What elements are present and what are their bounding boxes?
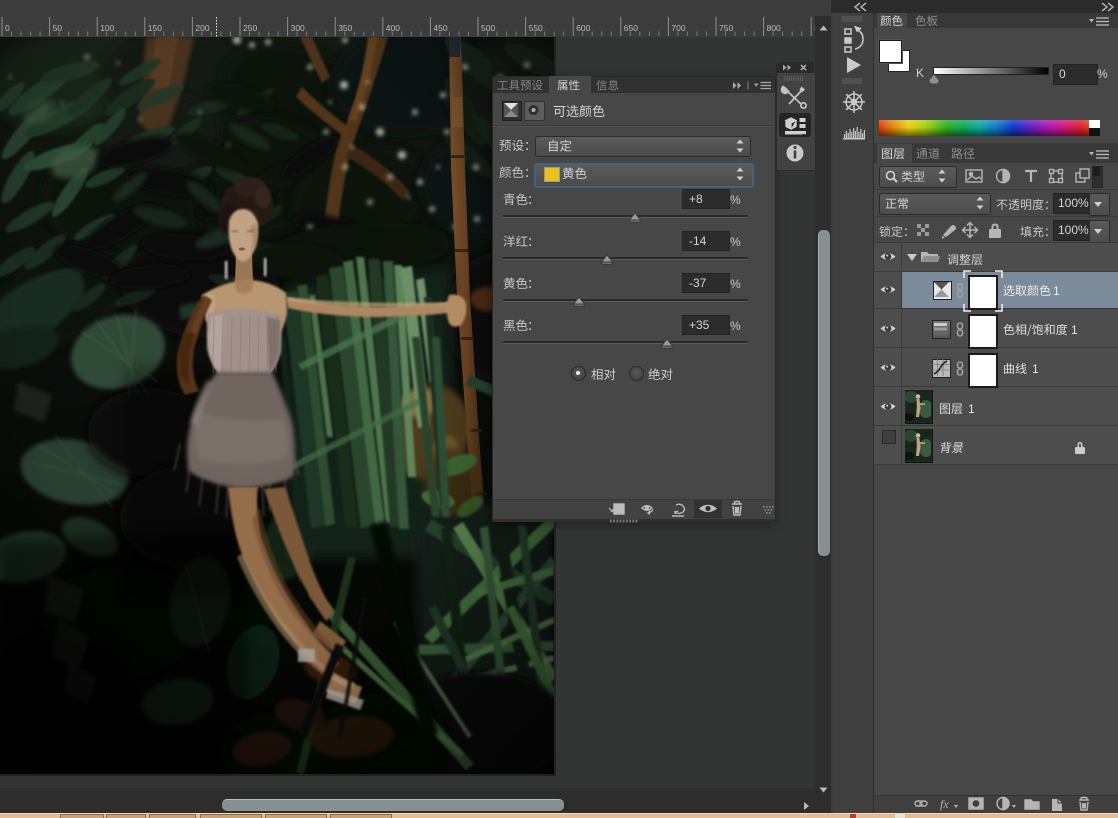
svg-text:600: 600: [576, 23, 590, 33]
svg-text:50: 50: [53, 23, 63, 33]
svg-text:0: 0: [5, 23, 10, 33]
svg-text:650: 650: [624, 23, 638, 33]
svg-text:100: 100: [100, 23, 114, 33]
svg-text:250: 250: [243, 23, 257, 33]
svg-text:550: 550: [529, 23, 543, 33]
svg-text:800: 800: [767, 23, 781, 33]
svg-text:fx: fx: [940, 797, 949, 811]
svg-text:300: 300: [291, 23, 305, 33]
svg-text:500: 500: [481, 23, 495, 33]
svg-text:400: 400: [386, 23, 400, 33]
svg-text:200: 200: [195, 23, 209, 33]
svg-text:450: 450: [433, 23, 447, 33]
svg-text:350: 350: [338, 23, 352, 33]
svg-text:150: 150: [148, 23, 162, 33]
svg-text:750: 750: [719, 23, 733, 33]
svg-text:700: 700: [671, 23, 685, 33]
